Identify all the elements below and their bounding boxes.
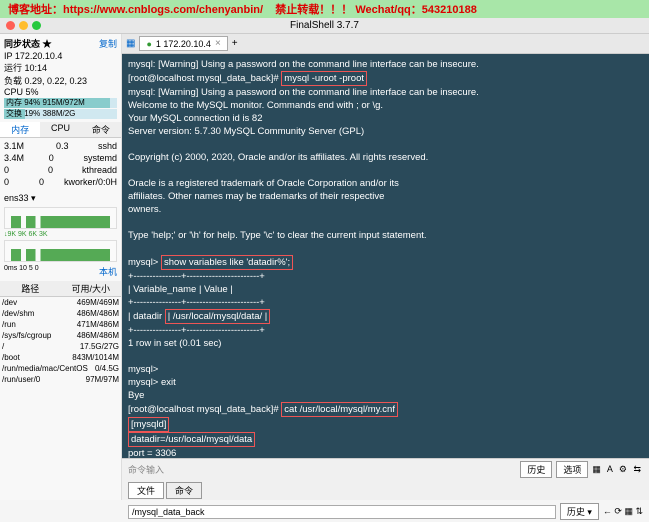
- cmds-tab[interactable]: 命令: [166, 482, 202, 499]
- nav-icons[interactable]: ← ⟳ ▦ ⇅: [603, 506, 643, 517]
- add-tab-icon[interactable]: +: [232, 38, 238, 49]
- proc-row[interactable]: 3.4M0systemd: [4, 152, 117, 164]
- ip-label: IP 172.20.10.4: [4, 51, 117, 61]
- fs-row[interactable]: /run471M/486M: [0, 319, 121, 330]
- header-banner: 博客地址：https://www.cnblogs.com/chenyanbin/…: [0, 0, 649, 18]
- fs-header: 路径可用/大小: [0, 281, 121, 297]
- cpu-label: CPU 5%: [4, 87, 117, 97]
- proc-row[interactable]: 3.1M0.3sshd: [4, 140, 117, 152]
- terminal[interactable]: mysql: [Warning] Using a password on the…: [122, 54, 649, 458]
- fs-row[interactable]: /dev/shm486M/486M: [0, 308, 121, 319]
- fs-row[interactable]: /run/user/097M/97M: [0, 374, 121, 385]
- net-iface[interactable]: ens33 ▾: [4, 193, 36, 204]
- proc-header: 内存CPU命令: [0, 122, 121, 138]
- load-label: 负载 0.29, 0.22, 0.23: [4, 74, 117, 87]
- proc-row[interactable]: 00kworker/0:0H: [4, 176, 117, 188]
- window-title: FinalShell 3.7.7: [290, 20, 359, 31]
- runtime-label: 运行 10:14: [4, 61, 117, 74]
- minimize-icon[interactable]: [19, 21, 28, 30]
- fs-row[interactable]: /dev469M/469M: [0, 297, 121, 308]
- fs-row[interactable]: /sys/fs/cgroup486M/486M: [0, 330, 121, 341]
- local-btn[interactable]: 本机: [99, 265, 117, 278]
- options-button[interactable]: 选项: [556, 461, 588, 478]
- process-list: 3.1M0.3sshd3.4M0systemd00kthreadd00kwork…: [0, 138, 121, 190]
- history-button[interactable]: 历史: [520, 461, 552, 478]
- fs-row[interactable]: /boot843M/1014M: [0, 352, 121, 363]
- maximize-icon[interactable]: [32, 21, 41, 30]
- tab-bar: ▦ ● 1 172.20.10.4 × +: [122, 34, 649, 54]
- session-tab[interactable]: ● 1 172.20.10.4 ×: [139, 36, 227, 51]
- net-graph: [4, 207, 117, 229]
- fs-row[interactable]: /run/media/mac/CentOS0/4.5G: [0, 363, 121, 374]
- window-titlebar: FinalShell 3.7.7: [0, 18, 649, 34]
- copy-link[interactable]: 复制: [99, 37, 117, 50]
- files-tab[interactable]: 文件: [128, 482, 164, 499]
- folder-icon[interactable]: ▦: [126, 38, 135, 49]
- cmd-input-label: 命令输入: [128, 463, 516, 476]
- fs-row[interactable]: /17.5G/27G: [0, 341, 121, 352]
- sidebar: 同步状态 ★ 复制 IP 172.20.10.4 运行 10:14 负载 0.29…: [0, 34, 122, 500]
- toolbar-icons[interactable]: ▦ A ⚙ ⇆: [592, 464, 643, 475]
- close-tab-icon[interactable]: ×: [215, 38, 221, 49]
- ping-graph: [4, 240, 117, 262]
- close-icon[interactable]: [6, 21, 15, 30]
- proc-row[interactable]: 00kthreadd: [4, 164, 117, 176]
- swap-bar: 交换 19% 388M/2G: [4, 109, 117, 119]
- history2-button[interactable]: 历史 ▾: [560, 503, 599, 520]
- path-input[interactable]: [128, 505, 556, 519]
- bottom-panel: 命令输入 历史 选项 ▦ A ⚙ ⇆ 文件 命令 历史 ▾ ← ⟳ ▦ ⇅: [122, 458, 649, 500]
- status-title: 同步状态 ★: [4, 37, 52, 50]
- mem-bar: 内存 94% 915M/972M: [4, 98, 117, 108]
- fs-list: /dev469M/469M/dev/shm486M/486M/run471M/4…: [0, 297, 121, 385]
